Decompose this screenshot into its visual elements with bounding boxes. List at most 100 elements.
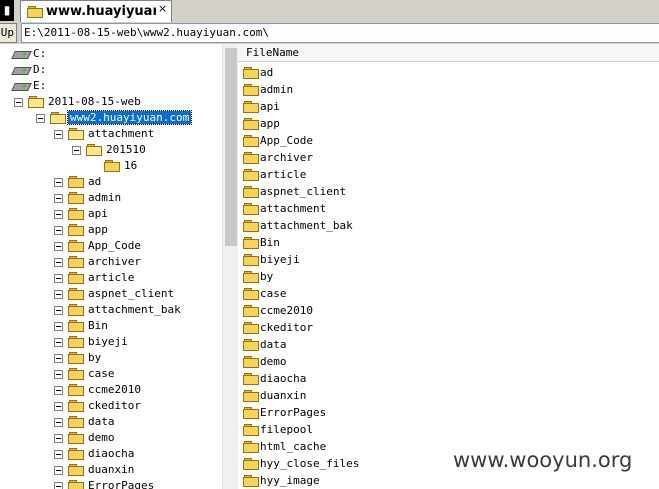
tree-item-label: D: (33, 63, 47, 76)
tree-item-label: ckeditor (88, 399, 141, 412)
list-item[interactable]: admin (238, 81, 659, 98)
column-header-filename[interactable]: FileName (246, 46, 299, 59)
list-item[interactable]: attachment (238, 200, 659, 217)
folder-icon (68, 368, 84, 380)
list-item-label: api (260, 100, 280, 113)
list-item-label: archiver (260, 151, 313, 164)
tree-collapse-toggle[interactable] (72, 146, 81, 155)
tree-item-label: C: (33, 47, 47, 60)
list-item[interactable]: by (238, 268, 659, 285)
folder-icon (243, 84, 259, 96)
path-input[interactable]: E:\2011-08-15-web\www2.huayiyuan.com\ (21, 23, 659, 43)
list-item-label: ErrorPages (260, 406, 327, 419)
list-item[interactable]: ad (238, 64, 659, 81)
tree-item-label: 16 (124, 159, 138, 172)
list-item-label: filepool (260, 423, 313, 436)
list-item[interactable]: filepool (238, 421, 659, 438)
tree-item-label: attachment (88, 127, 155, 140)
tree-collapse-toggle[interactable] (54, 178, 63, 187)
scrollbar-thumb[interactable] (225, 48, 237, 246)
list-item[interactable]: duanxin (238, 387, 659, 404)
folder-icon (68, 400, 84, 412)
folder-icon (243, 101, 259, 113)
tree-collapse-toggle[interactable] (54, 466, 63, 475)
tree-collapse-toggle[interactable] (54, 386, 63, 395)
tree-item-label: E: (33, 79, 47, 92)
list-item-label: biyeji (260, 253, 300, 266)
up-button[interactable]: Up (0, 23, 17, 43)
list-item[interactable]: app (238, 115, 659, 132)
folder-icon (68, 256, 84, 268)
folder-icon (243, 271, 259, 283)
list-item-label: hyy_close_files (260, 457, 360, 470)
tree-collapse-toggle[interactable] (54, 434, 63, 443)
tree-collapse-toggle[interactable] (54, 258, 63, 267)
folder-icon (243, 322, 259, 334)
tree-collapse-toggle[interactable] (54, 226, 63, 235)
folder-icon (243, 356, 259, 368)
folder-tree: C: D: E: 2011-08-15-web www2.huayiyuan.com at… (0, 44, 222, 489)
tree-item-label: data (88, 415, 115, 428)
tree-collapse-toggle[interactable] (54, 130, 63, 139)
list-item[interactable]: App_Code (238, 132, 659, 149)
tree-collapse-toggle[interactable] (54, 210, 63, 219)
tree-collapse-toggle[interactable] (54, 370, 63, 379)
folder-icon (68, 464, 84, 476)
tree-item-label: 201510 (106, 143, 146, 156)
folder-icon (243, 118, 259, 130)
list-item[interactable]: attachment_bak (238, 217, 659, 234)
tab-active[interactable]: www.huayiyuan.c… × (20, 0, 172, 22)
list-item[interactable]: Bin (238, 234, 659, 251)
list-item[interactable]: ccme2010 (238, 302, 659, 319)
list-item[interactable]: hyy_image (238, 472, 659, 489)
list-item[interactable]: biyeji (238, 251, 659, 268)
tree-collapse-toggle[interactable] (14, 98, 23, 107)
tree-collapse-toggle[interactable] (54, 450, 63, 459)
tree-collapse-toggle[interactable] (54, 290, 63, 299)
tree-scrollbar[interactable] (222, 44, 238, 489)
tree-collapse-toggle[interactable] (54, 242, 63, 251)
tree-item-label: app (88, 223, 108, 236)
folder-icon (243, 441, 259, 453)
tree-collapse-toggle[interactable] (54, 402, 63, 411)
tree-collapse-toggle[interactable] (36, 114, 45, 123)
list-item[interactable]: archiver (238, 149, 659, 166)
list-item[interactable]: api (238, 98, 659, 115)
tree-item-label: archiver (88, 255, 141, 268)
folder-icon (243, 458, 259, 470)
tree-item-label: 2011-08-15-web (48, 95, 141, 108)
list-item-label: ckeditor (260, 321, 313, 334)
list-item[interactable]: article (238, 166, 659, 183)
folder-icon (68, 208, 84, 220)
tab-scroll-left-button[interactable]: ▮ (0, 0, 14, 21)
tree-collapse-toggle[interactable] (54, 338, 63, 347)
list-item[interactable]: data (238, 336, 659, 353)
list-item[interactable]: ErrorPages (238, 404, 659, 421)
folder-icon (243, 254, 259, 266)
list-item[interactable]: aspnet_client (238, 183, 659, 200)
tree-collapse-toggle[interactable] (54, 194, 63, 203)
tree-collapse-toggle[interactable] (54, 482, 63, 489)
folder-icon (68, 272, 84, 284)
list-item[interactable]: demo (238, 353, 659, 370)
folder-icon (243, 390, 259, 402)
list-header[interactable]: FileName (238, 44, 659, 62)
list-item-label: hyy_image (260, 474, 320, 487)
tree-item-label: admin (88, 191, 122, 204)
list-item[interactable]: diaocha (238, 370, 659, 387)
tree-collapse-toggle[interactable] (54, 322, 63, 331)
folder-icon (68, 176, 84, 188)
folder-icon (243, 305, 259, 317)
tree-collapse-toggle[interactable] (54, 306, 63, 315)
tree-collapse-toggle[interactable] (54, 354, 63, 363)
list-item[interactable]: ckeditor (238, 319, 659, 336)
tree-collapse-toggle[interactable] (54, 418, 63, 427)
folder-icon (243, 152, 259, 164)
tree-item-label: aspnet_client (88, 287, 175, 300)
tree-item-label: case (88, 367, 115, 380)
tree-item-label: duanxin (88, 463, 135, 476)
tree-collapse-toggle[interactable] (54, 274, 63, 283)
list-item[interactable]: case (238, 285, 659, 302)
tab-close-button[interactable]: × (158, 3, 167, 15)
folder-icon (27, 6, 43, 18)
